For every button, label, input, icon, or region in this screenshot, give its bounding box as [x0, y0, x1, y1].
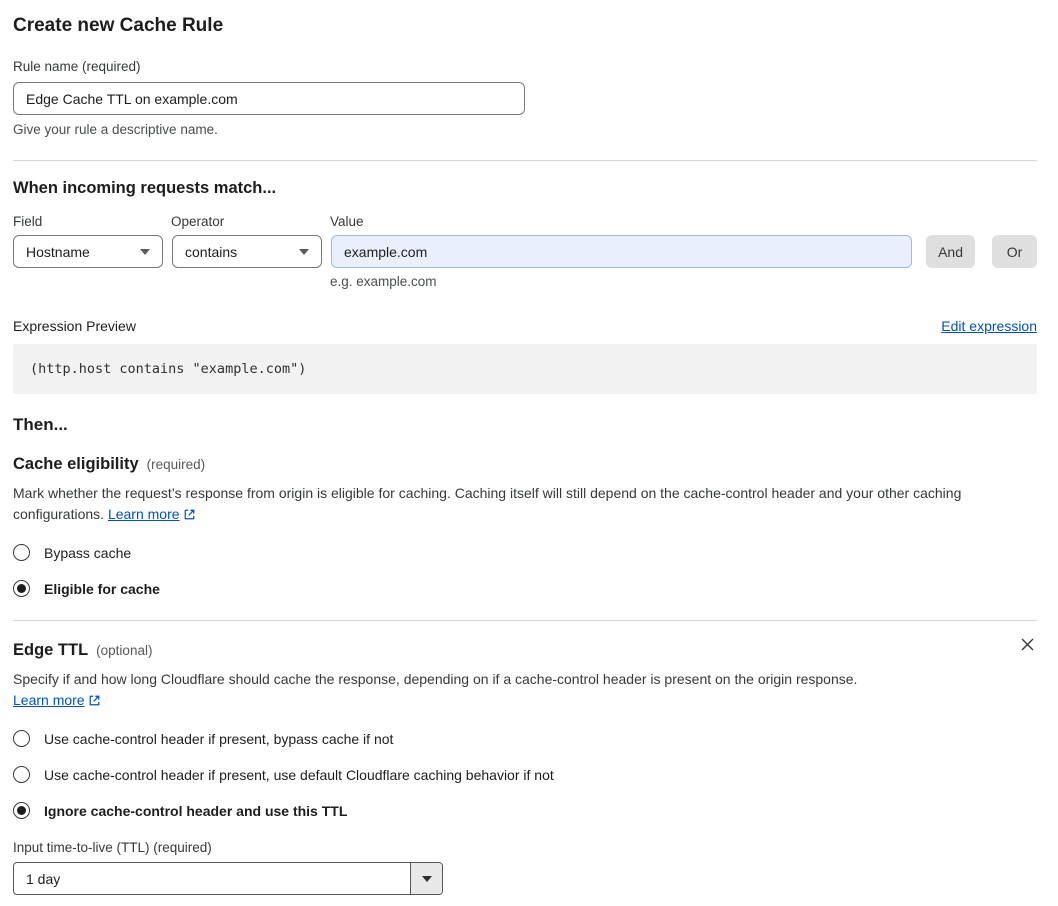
operator-select[interactable]: contains	[172, 235, 322, 268]
expression-preview-label: Expression Preview	[13, 318, 136, 334]
external-link-icon	[184, 509, 194, 520]
value-help: e.g. example.com	[330, 274, 437, 289]
edge-ttl-heading-group: Edge TTL (optional)	[13, 641, 152, 660]
radio-option-bypass-cache[interactable]: Bypass cache	[13, 544, 1037, 561]
and-button[interactable]: And	[926, 235, 975, 268]
radio-label: Eligible for cache	[44, 580, 160, 597]
page-title: Create new Cache Rule	[13, 15, 224, 36]
radio-option-use-header-bypass[interactable]: Use cache-control header if present, byp…	[13, 730, 1037, 747]
radio-option-use-header-default[interactable]: Use cache-control header if present, use…	[13, 766, 1037, 783]
operator-label: Operator	[171, 214, 225, 229]
edge-ttl-optional-badge: (optional)	[96, 643, 153, 658]
radio-label: Use cache-control header if present, use…	[44, 766, 554, 783]
cache-eligibility-heading: Cache eligibility	[13, 455, 139, 473]
chevron-down-icon	[299, 248, 309, 255]
value-label: Value	[330, 214, 364, 229]
section-divider	[13, 160, 1037, 161]
ttl-select[interactable]: 1 day	[13, 862, 443, 895]
radio-icon[interactable]	[13, 766, 30, 783]
or-button[interactable]: Or	[992, 235, 1037, 268]
radio-option-eligible-for-cache[interactable]: Eligible for cache	[13, 580, 1037, 597]
match-expression-row: Hostname contains And Or	[13, 235, 1037, 268]
match-column-labels: Field Operator Value	[13, 214, 1037, 229]
edge-ttl-heading-row: Edge TTL (optional)	[13, 621, 1037, 660]
operator-select-value: contains	[185, 243, 238, 260]
then-heading: Then...	[13, 415, 68, 434]
close-edge-ttl-button[interactable]	[1018, 635, 1037, 654]
expression-preview-row: Expression Preview Edit expression	[13, 318, 1037, 334]
field-select-value: Hostname	[26, 243, 90, 260]
ttl-select-value: 1 day	[26, 870, 61, 887]
field-label: Field	[13, 214, 43, 229]
expression-code: (http.host contains "example.com")	[30, 361, 307, 377]
rule-name-help: Give your rule a descriptive name.	[13, 122, 218, 137]
edge-ttl-description: Specify if and how long Cloudflare shoul…	[13, 669, 858, 711]
match-heading: When incoming requests match...	[13, 179, 277, 197]
edge-ttl-description-text: Specify if and how long Cloudflare shoul…	[13, 671, 858, 687]
radio-selected-icon[interactable]	[13, 802, 30, 819]
value-input[interactable]	[331, 235, 913, 268]
ttl-select-dropdown-button[interactable]	[410, 863, 442, 894]
learn-more-link[interactable]: Learn more	[13, 692, 85, 708]
ttl-input-label: Input time-to-live (TTL) (required)	[13, 840, 212, 855]
edge-ttl-heading: Edge TTL	[13, 641, 89, 659]
radio-label: Bypass cache	[44, 544, 132, 561]
rule-name-input[interactable]	[13, 82, 525, 115]
chevron-down-icon	[140, 248, 150, 255]
radio-label: Use cache-control header if present, byp…	[44, 730, 394, 747]
edit-expression-link[interactable]: Edit expression	[941, 318, 1037, 334]
field-select[interactable]: Hostname	[13, 235, 163, 268]
cache-eligibility-heading-row: Cache eligibility (required)	[13, 455, 1037, 474]
create-cache-rule-form: Create new Cache Rule Rule name (require…	[0, 0, 1058, 895]
radio-icon[interactable]	[13, 544, 30, 561]
cache-eligibility-description: Mark whether the request’s response from…	[13, 483, 1023, 525]
external-link-icon	[89, 695, 99, 706]
radio-option-ignore-header-use-ttl[interactable]: Ignore cache-control header and use this…	[13, 802, 1037, 819]
radio-icon[interactable]	[13, 730, 30, 747]
learn-more-link[interactable]: Learn more	[108, 506, 180, 522]
radio-label: Ignore cache-control header and use this…	[44, 802, 348, 819]
expression-preview-box: (http.host contains "example.com")	[13, 344, 1037, 394]
close-icon	[1021, 638, 1034, 651]
cache-eligibility-required-badge: (required)	[146, 457, 206, 472]
radio-selected-icon[interactable]	[13, 580, 30, 597]
chevron-down-icon	[421, 875, 432, 882]
rule-name-label: Rule name (required)	[13, 59, 141, 74]
